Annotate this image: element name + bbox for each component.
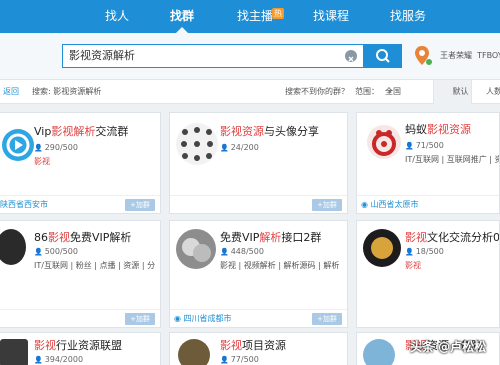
group-card[interactable]: 86影视免费VIP解析 500/500 IT/互联网 | 粉丝 | 点播 | 资…	[0, 220, 161, 328]
region-select[interactable]: 全国	[385, 80, 401, 104]
region-value: 全国	[385, 87, 401, 96]
filter-bar: 返回 搜索: 影视资源解析 搜索不到你的群？ 范围： 全国 默认 人数	[0, 80, 500, 104]
group-name[interactable]: 蚂蚁影视资源	[405, 121, 471, 137]
group-avatar	[176, 229, 216, 269]
cannot-find-link[interactable]: 搜索不到你的群？	[285, 80, 349, 104]
group-name[interactable]: 86影视免费VIP解析	[34, 229, 131, 245]
card-footer: 陕西省西安市 +加群	[0, 195, 160, 213]
group-tags: IT/互联网 | 粉丝 | 点播 | 资源 | 分	[34, 261, 156, 270]
tab-label: 找主播	[237, 9, 274, 23]
group-name[interactable]: 影视项目资源	[220, 337, 286, 353]
hot-badge: 热	[272, 8, 284, 19]
search-input[interactable]: 影视资源解析	[69, 45, 135, 67]
sort-members-tab[interactable]: 人数	[471, 80, 500, 104]
group-tags: IT/互联网 | 互联网推广 | 资源	[405, 155, 500, 164]
sort-label: 人数	[486, 87, 500, 96]
group-avatar	[367, 125, 401, 159]
group-card[interactable]: 影视文化交流分析03 18/500 影视	[356, 220, 500, 328]
search-button[interactable]	[364, 44, 402, 68]
user-info[interactable]: 王者荣耀 TFBOY	[440, 50, 500, 61]
card-footer: ◉ 山西省太原市	[357, 195, 499, 213]
member-count: 500/500	[34, 247, 78, 256]
watermark: 头条 @卢松松	[410, 340, 487, 354]
group-card[interactable]: 影视行业资源联盟 394/2000	[0, 332, 161, 365]
tab-label: 找课程	[313, 9, 350, 23]
group-card[interactable]: 影视资源与头像分享 24/200 +加群	[169, 112, 348, 214]
tab-find-groups[interactable]: 找群	[170, 0, 194, 33]
member-count: 18/500	[405, 247, 444, 256]
join-group-button[interactable]: +加群	[125, 199, 155, 211]
group-name[interactable]: Vip影视解析交流群	[34, 123, 128, 139]
search-icon	[376, 49, 390, 63]
group-card[interactable]: Vip影视解析交流群 290/500 影视 陕西省西安市 +加群	[0, 112, 161, 214]
tab-label: 找服务	[390, 9, 427, 23]
group-avatar	[2, 129, 34, 161]
range-label: 范围：	[355, 87, 379, 96]
group-avatar	[0, 339, 28, 365]
top-nav: 找人 找群 找主播 热 找课程 找服务	[0, 0, 500, 33]
group-name[interactable]: 影视资源与头像分享	[220, 123, 319, 139]
group-location: ◉ 四川省成都市	[174, 314, 232, 323]
tab-find-people[interactable]: 找人	[105, 0, 129, 33]
group-grid: Vip影视解析交流群 290/500 影视 陕西省西安市 +加群 影视资源与头像…	[0, 104, 500, 365]
search-band: 影视资源解析 王者荣耀 TFBOY	[0, 33, 500, 80]
group-card[interactable]: 免费VIP解析接口2群 448/500 影视 | 视频解析 | 解析源码 | 解…	[169, 220, 348, 328]
tab-find-streamers[interactable]: 找主播	[237, 0, 273, 33]
sort-label: 默认	[452, 87, 469, 96]
sort-default-tab[interactable]: 默认	[433, 80, 471, 104]
join-group-button[interactable]: +加群	[125, 313, 155, 325]
group-location: 陕西省西安市	[0, 200, 48, 209]
group-name[interactable]: 免费VIP解析接口2群	[220, 229, 321, 245]
back-link[interactable]: 返回	[3, 80, 19, 104]
group-tags: 影视 | 视频解析 | 解析源码 | 解析	[220, 261, 340, 270]
member-count: 290/500	[34, 143, 78, 152]
card-footer: +加群	[0, 309, 160, 327]
tab-find-courses[interactable]: 找课程	[313, 0, 349, 33]
location-icon[interactable]	[414, 44, 434, 72]
member-count: 394/2000	[34, 355, 83, 364]
card-footer: ◉ 四川省成都市 +加群	[170, 309, 347, 327]
clear-icon[interactable]	[345, 50, 357, 62]
group-location: ◉ 山西省太原市	[361, 200, 419, 209]
member-count: 448/500	[220, 247, 264, 256]
search-field[interactable]: 影视资源解析	[62, 44, 364, 68]
join-group-button[interactable]: +加群	[312, 313, 342, 325]
tab-label: 找群	[170, 9, 195, 23]
group-avatar	[178, 339, 210, 365]
group-tags: 影视	[34, 157, 50, 166]
member-count: 77/500	[220, 355, 259, 364]
card-footer: +加群	[170, 195, 347, 213]
member-count: 71/500	[405, 141, 444, 150]
join-group-button[interactable]: +加群	[312, 199, 342, 211]
group-avatar	[363, 229, 401, 267]
tab-label: 找人	[105, 9, 130, 23]
user-id: TFBOY	[477, 51, 500, 60]
group-tags: 影视	[405, 261, 421, 270]
group-card[interactable]: 蚂蚁影视资源 71/500 IT/互联网 | 互联网推广 | 资源 ◉ 山西省太…	[356, 112, 500, 214]
search-summary: 搜索: 影视资源解析	[32, 87, 102, 96]
group-name[interactable]: 影视文化交流分析03	[405, 229, 499, 245]
group-avatar	[176, 123, 218, 165]
group-avatar	[0, 229, 26, 265]
group-avatar	[363, 339, 395, 365]
user-name: 王者荣耀	[440, 51, 472, 60]
group-name[interactable]: 影视行业资源联盟	[34, 337, 122, 353]
member-count: 24/200	[220, 143, 259, 152]
tab-find-services[interactable]: 找服务	[390, 0, 426, 33]
group-card[interactable]: 影视项目资源 77/500	[169, 332, 348, 365]
